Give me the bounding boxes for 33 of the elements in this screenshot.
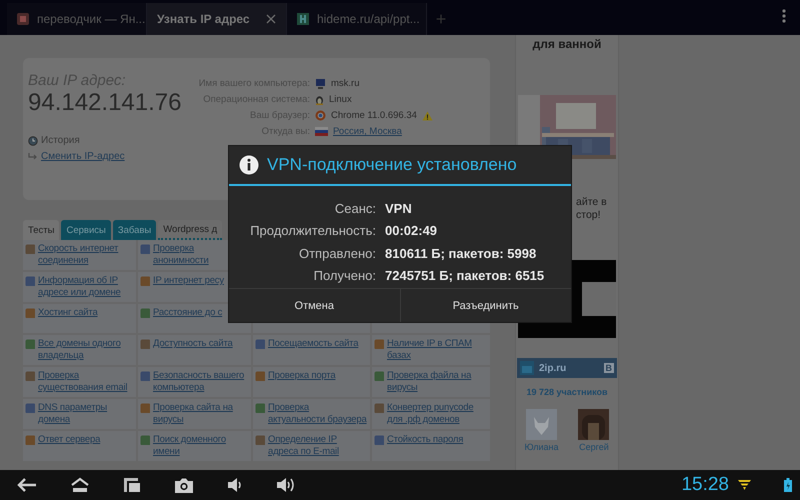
clock-time: 15:28 xyxy=(681,474,729,496)
info-value: Linux xyxy=(329,93,352,106)
section-tab[interactable]: Сервисы xyxy=(61,220,111,240)
stat-value: VPN xyxy=(385,200,413,218)
section-tab[interactable]: Забавы xyxy=(112,220,156,240)
change-ip-link[interactable]: Сменить IP-адрес xyxy=(41,151,125,162)
browser-tab[interactable]: hideme.ru/api/ppt... xyxy=(287,3,427,35)
section-tab[interactable]: Wordpress д xyxy=(158,220,222,240)
vk-join-button[interactable]: В xyxy=(604,363,614,373)
info-value: msk.ru xyxy=(331,77,360,90)
group-name: 2ip.ru xyxy=(539,362,566,374)
stat-value: 7245751 Б; пакетов: 6515 xyxy=(385,266,546,285)
stat-value: 00:02:49 xyxy=(385,222,438,240)
stat-label: Отправлено: xyxy=(298,244,376,263)
stat-label: Получено: xyxy=(312,266,376,285)
members-count: 19 728 участников xyxy=(526,387,608,397)
ad-text: стор! xyxy=(576,209,602,222)
browser-tab[interactable]: Узнать IP адрес xyxy=(147,3,287,35)
dialog-title: VPN-подключение установлено xyxy=(267,155,517,175)
ad-text: айте в xyxy=(576,196,608,209)
stat-label: Продолжительность: xyxy=(249,222,376,240)
new-tab-button[interactable]: + xyxy=(427,3,455,35)
ip-address: 94.142.141.76 xyxy=(28,89,182,117)
ad-title: для ванной xyxy=(532,37,602,53)
info-value: Chrome 11.0.696.34 xyxy=(331,109,417,122)
section-tab[interactable]: Тесты xyxy=(23,220,60,240)
member-name: Юлиана xyxy=(524,442,558,452)
member-name: Сергей xyxy=(579,442,609,452)
browser-tab[interactable]: переводчик — Ян... xyxy=(7,3,147,35)
location-link[interactable]: Россия, Москва xyxy=(333,125,402,138)
stat-label: Сеанс: xyxy=(334,200,376,218)
history-label: История xyxy=(41,135,80,146)
stat-value: 810611 Б; пакетов: 5998 xyxy=(385,244,538,262)
